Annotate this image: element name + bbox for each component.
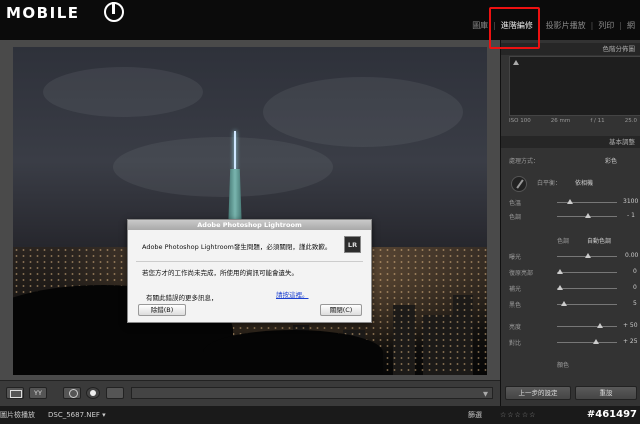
- red-eye-icon[interactable]: [86, 387, 100, 399]
- filter-label[interactable]: 篩選: [468, 406, 482, 424]
- reset-button[interactable]: 重設: [575, 386, 637, 400]
- source-label[interactable]: 圖片檢播放: [0, 406, 35, 424]
- module-print[interactable]: 列印: [593, 20, 619, 31]
- dialog-message: Adobe Photoshop Lightroom發生問題，必須關閉，謹此致歉。: [142, 243, 332, 251]
- brightness-slider[interactable]: [557, 323, 617, 328]
- toolbar-content-field[interactable]: ▼: [131, 387, 493, 399]
- recovery-slider[interactable]: [557, 269, 617, 274]
- cloud: [263, 77, 463, 147]
- night-city-photo[interactable]: [13, 47, 487, 375]
- lightroom-window: MOBILE 圖庫 | 進階編修 | 投影片播放 | 列印 | 網 Adobe …: [0, 0, 640, 424]
- exposure-value[interactable]: 0.00: [625, 252, 638, 259]
- loupe-view-icon[interactable]: [6, 387, 24, 399]
- fill-light-value[interactable]: 0: [633, 284, 637, 291]
- treatment-value[interactable]: 彩色: [605, 156, 617, 165]
- lightroom-app-icon: LR: [344, 236, 361, 253]
- module-slideshow[interactable]: 投影片播放: [541, 20, 591, 31]
- dialog-warning: 若您方才的工作尚未完成，所使用的資訊可能會遺失。: [142, 269, 298, 277]
- before-after-button[interactable]: YY: [29, 387, 47, 399]
- contrast-label: 對比: [509, 340, 522, 347]
- right-panel: 色階分佈圖 ISO 100 26 mm f / 11 25.0 基本調整 處理方…: [500, 40, 640, 406]
- logo-badge-icon: [104, 2, 124, 22]
- error-dialog: Adobe Photoshop Lightroom Adobe Photosho…: [127, 219, 372, 323]
- cloud: [113, 137, 333, 197]
- dialog-click-here-link[interactable]: 請按這裡。: [276, 289, 309, 299]
- exposure-slider[interactable]: [557, 253, 617, 258]
- tint-label: 色調: [509, 214, 522, 221]
- clipping-indicator-icon[interactable]: [513, 60, 519, 65]
- presence-label: 顏色: [557, 362, 570, 369]
- auto-tone-button[interactable]: 自動色調: [587, 236, 611, 245]
- blacks-label: 黑色: [509, 302, 522, 309]
- recovery-label: 復原亮部: [509, 270, 534, 277]
- exposure-label: 曝光: [509, 254, 522, 261]
- post-id-watermark: #461497: [586, 409, 637, 420]
- crop-icon[interactable]: [106, 387, 124, 399]
- rating-stars[interactable]: ☆☆☆☆☆: [500, 406, 536, 424]
- dialog-more-info: 有關此錯誤的更多訊息，: [146, 294, 218, 302]
- recovery-value[interactable]: 0: [633, 268, 637, 275]
- photo-area: Adobe Photoshop Lightroom Adobe Photosho…: [0, 40, 500, 380]
- filename-label[interactable]: DSC_5687.NEF ▾: [48, 406, 106, 424]
- tint-value[interactable]: - 1: [627, 212, 635, 219]
- chevron-down-icon[interactable]: ▼: [483, 390, 488, 398]
- red-highlight-box: [489, 7, 540, 49]
- tint-slider[interactable]: [557, 213, 617, 218]
- close-button[interactable]: 關閉(C): [320, 304, 362, 316]
- fill-light-label: 補光: [509, 286, 522, 293]
- status-bar: 圖片檢播放 DSC_5687.NEF ▾ 篩選 ☆☆☆☆☆ #461497: [0, 406, 640, 424]
- contrast-slider[interactable]: [557, 339, 617, 344]
- hill-silhouette: [203, 330, 383, 375]
- dialog-divider: [136, 261, 363, 262]
- treatment-label: 處理方式：: [509, 158, 540, 165]
- histogram: [509, 56, 640, 116]
- temp-label: 色溫: [509, 200, 522, 207]
- wb-value[interactable]: 依相機: [575, 178, 593, 187]
- basic-panel-header[interactable]: 基本調整: [501, 136, 640, 148]
- mobile01-logo: MOBILE: [6, 4, 80, 22]
- previous-settings-button[interactable]: 上一步的設定: [505, 386, 571, 400]
- brightness-label: 亮度: [509, 324, 522, 331]
- top-bar: MOBILE 圖庫 | 進階編修 | 投影片播放 | 列印 | 網: [0, 0, 640, 40]
- brightness-value[interactable]: + 50: [623, 322, 638, 329]
- debug-button[interactable]: 除錯(B): [138, 304, 186, 316]
- blacks-value[interactable]: 5: [633, 300, 637, 307]
- module-web[interactable]: 網: [622, 20, 640, 31]
- temp-value[interactable]: 3100: [623, 198, 638, 205]
- contrast-value[interactable]: + 25: [623, 338, 638, 345]
- spot-removal-icon[interactable]: [63, 387, 81, 399]
- fill-light-slider[interactable]: [557, 285, 617, 290]
- dialog-title: Adobe Photoshop Lightroom: [128, 220, 371, 230]
- temp-slider[interactable]: [557, 199, 617, 204]
- tone-label: 色調: [557, 238, 570, 245]
- wb-eyedropper-icon[interactable]: [511, 176, 527, 192]
- bottom-toolbar: YY ▼: [0, 380, 500, 406]
- wb-label: 白平衡：: [537, 180, 562, 187]
- histogram-info: ISO 100 26 mm f / 11 25.0: [509, 118, 637, 124]
- blacks-slider[interactable]: [557, 301, 617, 306]
- cloud: [43, 67, 203, 117]
